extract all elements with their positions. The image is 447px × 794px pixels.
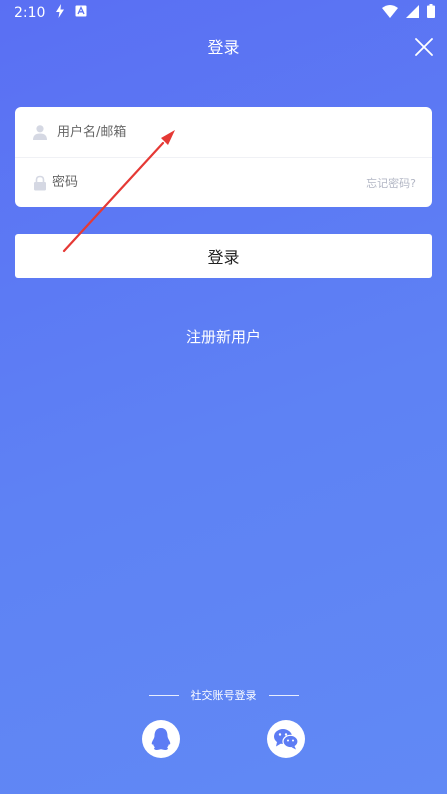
wechat-login-button[interactable] [267, 720, 305, 758]
signal-icon [406, 4, 419, 22]
social-login-buttons [0, 720, 447, 758]
app-notification-icon [75, 5, 87, 21]
social-login-label: 社交账号登录 [190, 689, 257, 702]
qq-penguin-icon [151, 728, 171, 750]
password-input[interactable] [52, 167, 367, 198]
app-bar: 登录 [0, 26, 447, 66]
page-title: 登录 [207, 38, 240, 57]
password-row: 忘记密码? [15, 157, 432, 207]
wifi-icon [382, 4, 398, 22]
close-icon [415, 38, 433, 56]
close-button[interactable] [411, 34, 437, 60]
wechat-icon [274, 729, 299, 750]
social-login-divider: 社交账号登录 [0, 686, 447, 704]
qq-login-button[interactable] [142, 720, 180, 758]
register-link[interactable]: 注册新用户 [0, 326, 447, 347]
username-row [15, 107, 432, 157]
user-icon [31, 123, 49, 141]
login-button[interactable]: 登录 [15, 234, 432, 278]
status-time: 2:10 [14, 5, 46, 21]
divider-line-left [148, 694, 179, 696]
flash-icon [55, 4, 65, 22]
username-input[interactable] [57, 117, 416, 147]
forgot-password-link[interactable]: 忘记密码? [366, 175, 416, 191]
status-right [382, 4, 435, 22]
status-left: 2:10 [14, 4, 87, 22]
battery-icon [427, 4, 435, 22]
login-form-card: 忘记密码? [15, 107, 432, 207]
divider-line-right [268, 694, 299, 696]
status-bar: 2:10 [0, 0, 447, 26]
lock-icon [31, 174, 49, 192]
